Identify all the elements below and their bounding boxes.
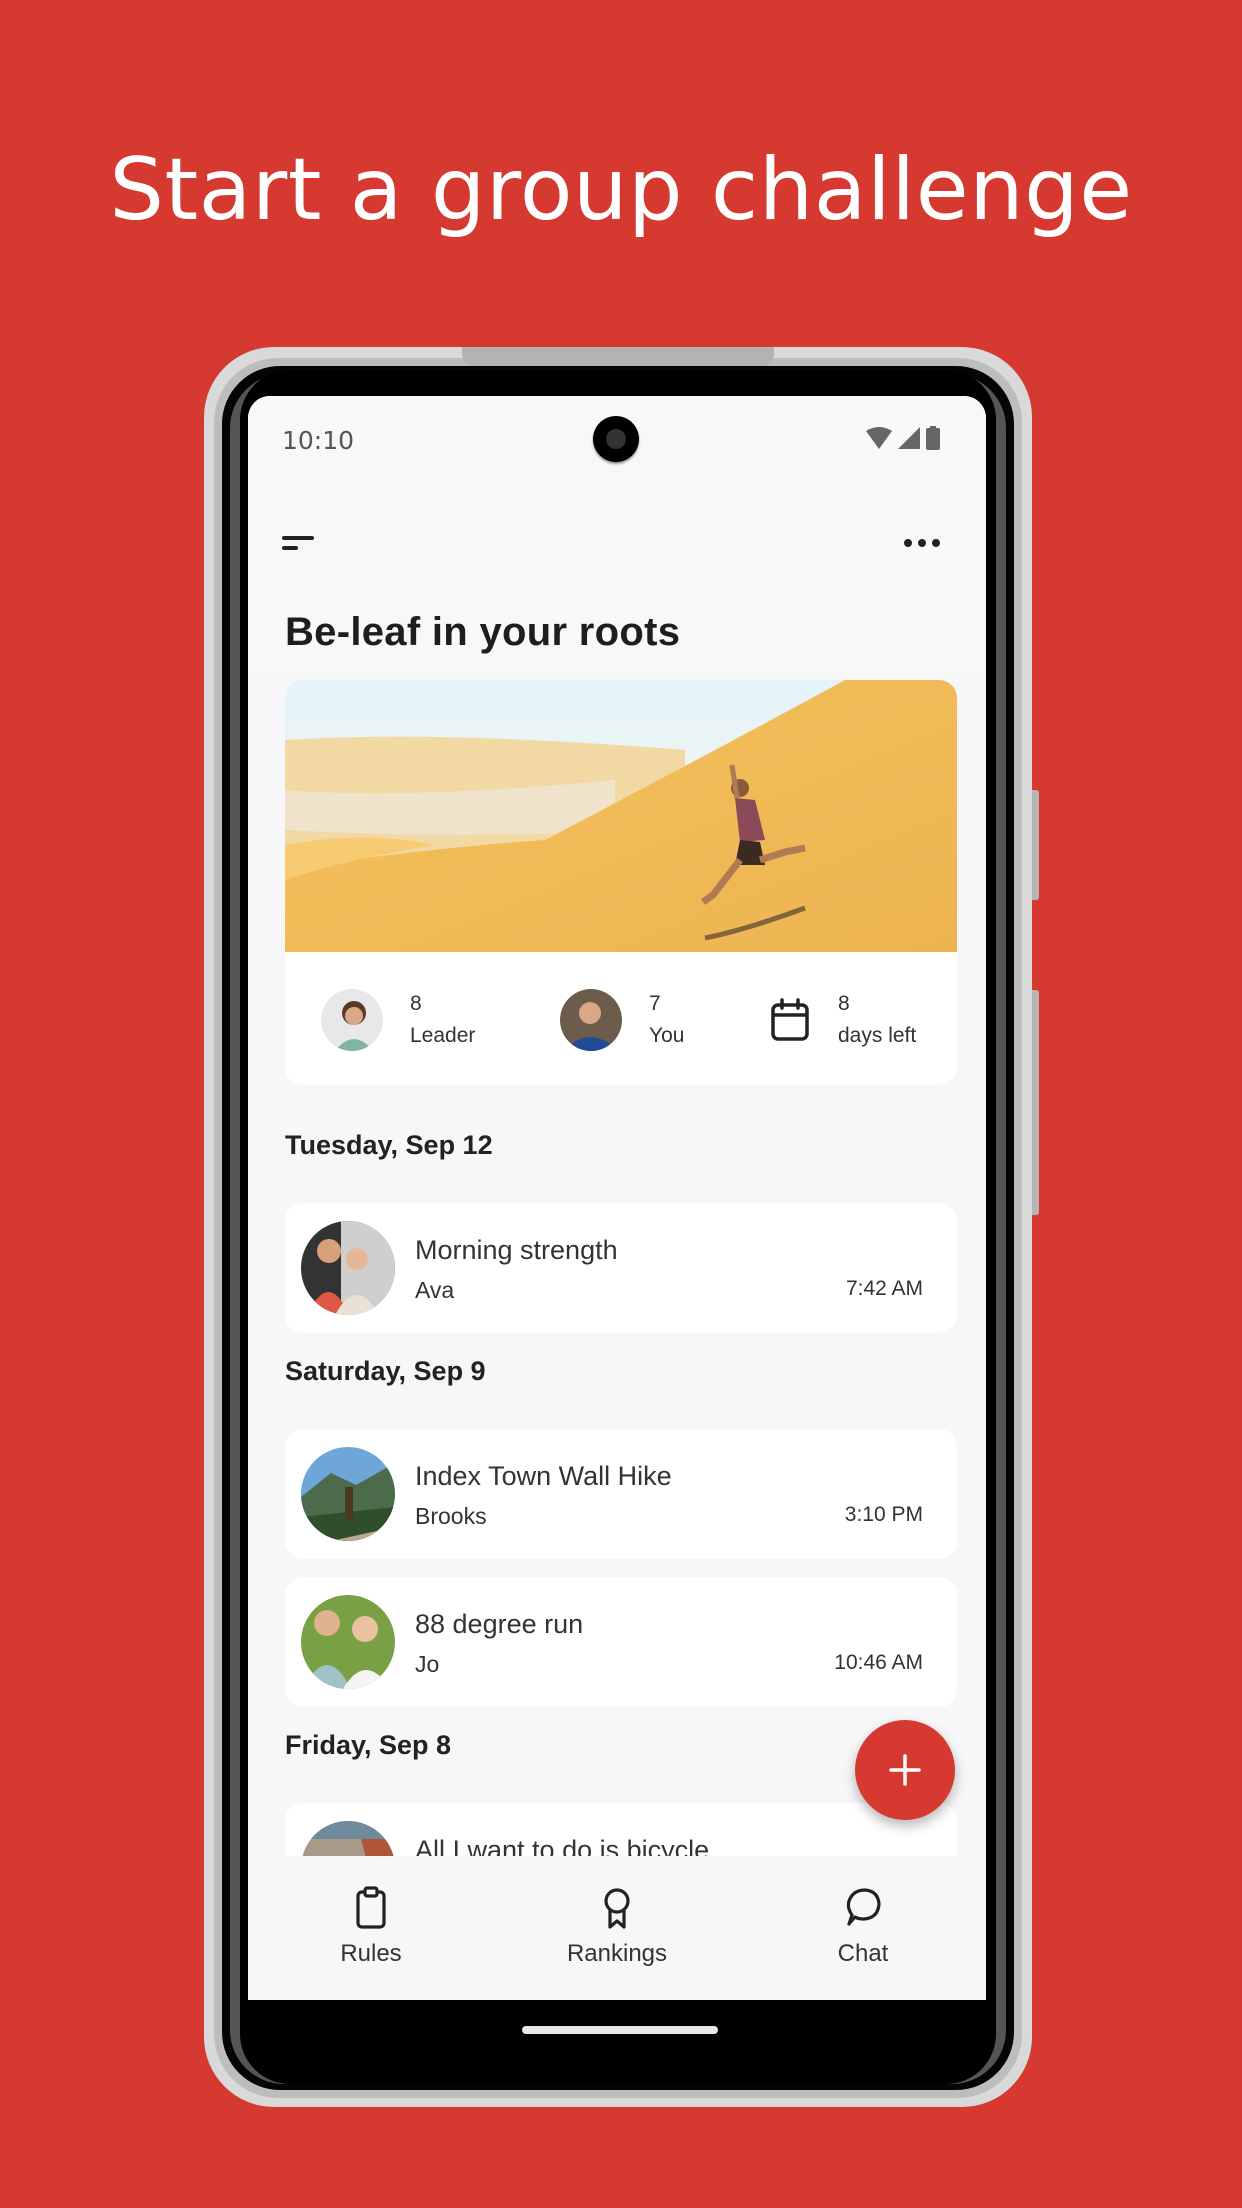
challenge-title: Be-leaf in your roots (285, 610, 681, 654)
headline: Start a group challenge (109, 140, 1133, 240)
activity-card[interactable]: Index Town Wall Hike Brooks 3:10 PM (285, 1429, 957, 1559)
date-header: Friday, Sep 8 (285, 1730, 452, 1760)
days-left-value: 8 (838, 992, 850, 1015)
activity-title: Morning strength (415, 1235, 618, 1265)
activity-title: 88 degree run (415, 1609, 584, 1639)
chat-bubble-icon (846, 1888, 881, 1926)
status-icons (866, 426, 940, 450)
activity-card[interactable]: 88 degree run Jo 10:46 AM (285, 1577, 957, 1707)
phone-top-edge (462, 347, 774, 367)
leader-label: Leader (410, 1024, 476, 1047)
user-label: You (649, 1024, 685, 1047)
power-button (1032, 790, 1039, 900)
battery-icon (926, 426, 940, 450)
activity-card[interactable]: Morning strength Ava 7:42 AM (285, 1203, 957, 1333)
activity-title: Index Town Wall Hike (415, 1461, 672, 1491)
activity-title: All I want to do is bicycle (415, 1835, 710, 1858)
activity-avatar (301, 1821, 395, 1858)
front-camera (593, 416, 639, 462)
leader-score: 8 (410, 992, 422, 1015)
status-time: 10:10 (282, 426, 355, 455)
user-avatar (560, 989, 622, 1051)
activity-card[interactable]: All I want to do is bicycle (285, 1803, 957, 1858)
clipboard-icon (356, 1886, 386, 1929)
award-icon (604, 1888, 630, 1929)
activity-avatar (301, 1447, 395, 1541)
activity-time: 10:46 AM (834, 1651, 923, 1674)
date-header: Tuesday, Sep 12 (285, 1130, 493, 1160)
activity-user: Jo (415, 1651, 440, 1677)
stat-you[interactable]: 7 You (560, 988, 684, 1052)
app-bar (248, 486, 986, 626)
activity-avatar (301, 1221, 395, 1315)
hero-image (285, 680, 957, 952)
nav-chat-label: Chat (837, 1940, 889, 1967)
nav-chat[interactable]: Chat (740, 1856, 986, 2000)
leader-avatar (321, 989, 383, 1051)
home-indicator[interactable] (522, 2026, 718, 2034)
nav-rules-label: Rules (340, 1940, 402, 1967)
nav-rankings-label: Rankings (566, 1940, 668, 1967)
stat-leader[interactable]: 8 Leader (321, 988, 475, 1052)
status-bar: 10:10 (248, 396, 986, 486)
plus-icon (889, 1754, 921, 1786)
bottom-nav: Rules Rankings Chat (248, 1856, 986, 2000)
calendar-icon (771, 998, 809, 1041)
signal-icon (898, 427, 920, 449)
days-left-label: days left (838, 1024, 917, 1047)
menu-icon[interactable] (282, 528, 322, 558)
challenge-card[interactable]: 8 Leader 7 You 8 days left (285, 680, 957, 1085)
activity-user: Brooks (415, 1503, 487, 1529)
wifi-icon (866, 427, 892, 449)
date-header: Saturday, Sep 9 (285, 1356, 486, 1386)
nav-rankings[interactable]: Rankings (494, 1856, 740, 2000)
stat-days-left: 8 days left (770, 988, 916, 1052)
activity-avatar (301, 1595, 395, 1689)
stats-row: 8 Leader 7 You 8 days left (285, 952, 957, 1085)
activity-user: Ava (415, 1277, 455, 1303)
add-activity-button[interactable] (855, 1720, 955, 1820)
activity-time: 7:42 AM (845, 1277, 923, 1300)
nav-rules[interactable]: Rules (248, 1856, 494, 2000)
phone-screen: 10:10 Be-leaf in your roots 8 Leader 7 Y… (248, 396, 986, 2000)
more-horizontal-icon[interactable] (902, 528, 946, 558)
activity-time: 3:10 PM (844, 1503, 923, 1526)
volume-button (1032, 990, 1039, 1215)
user-score: 7 (649, 992, 661, 1015)
